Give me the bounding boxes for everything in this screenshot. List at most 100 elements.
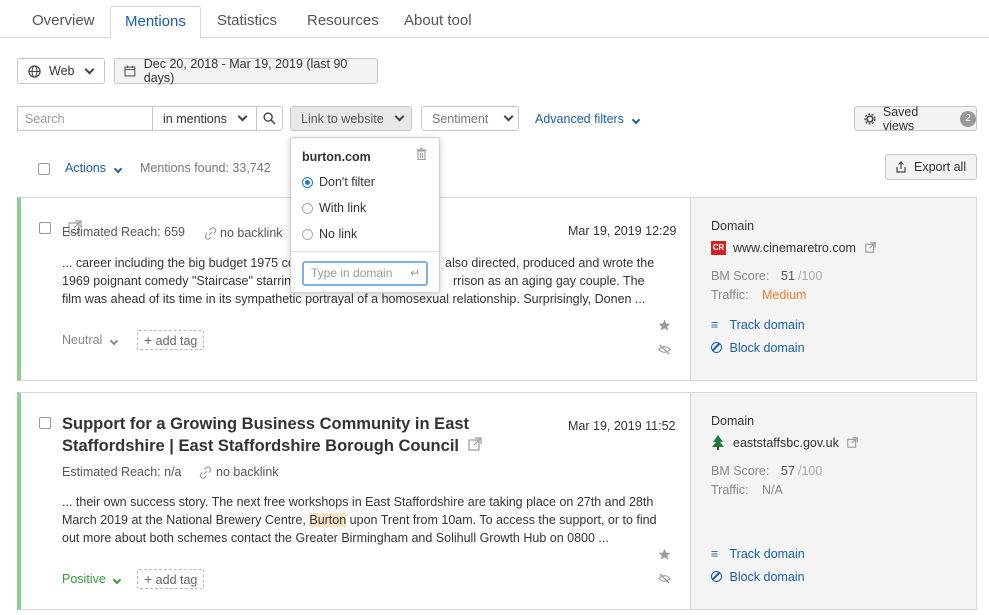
link-to-website-select[interactable]: Link to website (290, 106, 412, 131)
traffic-label: Traffic: (711, 288, 749, 302)
search-input[interactable]: Search (17, 106, 153, 131)
actions-menu[interactable]: Actions (65, 161, 123, 175)
radio-icon (302, 229, 313, 241)
search-scope-select[interactable]: in mentions (152, 106, 257, 131)
sentiment-select[interactable]: Neutral (62, 333, 119, 347)
add-tag-label: add tag (155, 334, 198, 348)
bm-score-label: BM Score: (711, 269, 770, 283)
sentiment-select[interactable]: Positive (62, 572, 122, 586)
radio-label: With link (319, 201, 367, 215)
snippet-highlight: Burton (309, 513, 347, 527)
globe-icon (28, 64, 41, 78)
external-link-icon[interactable] (467, 437, 482, 451)
select-all-checkbox[interactable] (38, 163, 50, 175)
dropdown-domain: burton.com (302, 150, 371, 164)
block-domain-label: Block domain (729, 570, 805, 584)
mention-date: Mar 19, 2019 12:29 (568, 224, 677, 238)
export-all-button[interactable]: Export all (885, 154, 977, 180)
hide-icon[interactable] (658, 343, 671, 356)
search-placeholder: Search (25, 111, 65, 126)
mention-snippet-line: 1969 poignant comedy "Staircase" starrin… (62, 274, 299, 288)
advanced-filters-link[interactable]: Advanced filters (535, 112, 641, 126)
radio-label: Don't filter (319, 175, 375, 189)
date-range-button[interactable]: Dec 20, 2018 - Mar 19, 2019 (last 90 day… (114, 57, 378, 85)
hide-icon[interactable] (658, 572, 671, 585)
tab-about-tool[interactable]: About tool (390, 6, 486, 38)
mention-checkbox[interactable] (39, 417, 51, 429)
radio-selected-icon (302, 177, 313, 189)
chevron-down-icon (109, 336, 119, 346)
tab-statistics[interactable]: Statistics (203, 6, 291, 38)
backlink-status: no backlink (216, 465, 279, 479)
link-icon (199, 466, 212, 479)
export-icon (896, 161, 906, 173)
track-domain-link[interactable]: ≡ Track domain (711, 318, 805, 332)
mention-snippet-line: out more about both schemes contact the … (62, 531, 609, 545)
block-domain-link[interactable]: Block domain (711, 341, 805, 355)
external-link-icon[interactable] (847, 437, 858, 448)
star-icon[interactable] (658, 319, 671, 332)
domain-input-placeholder: Type in domain (311, 266, 393, 280)
sentiment-filter-label: Sentiment (432, 111, 489, 126)
mention-card: Support for a Growing Business Community… (17, 392, 977, 610)
link-icon (204, 227, 217, 240)
mention-snippet-line: rrison as an aging gay couple. The (453, 274, 645, 288)
mention-title[interactable]: Support for a Growing Business Community… (62, 413, 482, 457)
block-icon (711, 571, 722, 582)
tab-mentions[interactable]: Mentions (110, 6, 201, 39)
radio-label: No link (319, 227, 358, 241)
external-link-icon[interactable] (865, 242, 876, 253)
add-tag-button[interactable]: + add tag (137, 330, 205, 350)
chevron-down-icon (394, 111, 405, 122)
block-icon (711, 342, 722, 353)
enter-icon: ↵ (409, 266, 420, 280)
bm-score-value: 51 (781, 269, 795, 283)
saved-views-button[interactable]: Saved views 2 (854, 105, 977, 133)
chevron-down-icon (113, 575, 122, 585)
bm-score-value: 57 (781, 464, 795, 478)
link-filter-dropdown: burton.com Don't filter With link No lin… (290, 137, 440, 293)
mention-card: Estimated Reach: 659 no backlink Mar 19,… (17, 197, 977, 381)
radio-icon (302, 203, 313, 215)
plus-icon: + (144, 571, 153, 587)
domain-heading: Domain (711, 414, 755, 428)
tab-resources[interactable]: Resources (293, 6, 393, 38)
backlink-status: no backlink (220, 226, 283, 240)
snippet-text: March 2019 at the National Brewery Centr… (62, 513, 310, 527)
gear-icon (864, 112, 876, 125)
radio-dont-filter[interactable]: Don't filter (302, 175, 375, 189)
chevron-down-icon (85, 64, 95, 74)
mention-title-line: Support for a Growing Business Community… (62, 415, 470, 433)
link-to-website-label: Link to website (301, 111, 384, 126)
chevron-down-icon (114, 164, 123, 174)
star-icon[interactable] (658, 548, 671, 561)
sentiment-label: Neutral (62, 333, 103, 347)
block-domain-link[interactable]: Block domain (711, 570, 805, 584)
source-label: Web (49, 64, 75, 78)
domain-panel: Domain CR www.cinemaretro.com BM Score: … (690, 198, 976, 380)
add-tag-button[interactable]: + add tag (137, 569, 205, 589)
list-add-icon: ≡ (711, 547, 719, 561)
domain-name[interactable]: www.cinemaretro.com (733, 241, 856, 255)
track-domain-link[interactable]: ≡ Track domain (711, 547, 805, 561)
snippet-text: upon Trent from 10am. To access the supp… (346, 513, 657, 527)
trash-icon[interactable] (416, 148, 427, 160)
tab-overview[interactable]: Overview (18, 6, 109, 38)
radio-no-link[interactable]: No link (302, 227, 357, 241)
favicon: CR (711, 241, 726, 255)
export-all-label: Export all (914, 160, 967, 174)
sentiment-select[interactable]: Sentiment (421, 106, 519, 131)
domain-name[interactable]: eaststaffsbc.gov.uk (733, 436, 839, 450)
source-select[interactable]: Web (17, 58, 105, 84)
mention-checkbox[interactable] (39, 222, 51, 234)
chevron-down-icon (237, 111, 248, 122)
radio-with-link[interactable]: With link (302, 201, 366, 215)
mentions-found-count: Mentions found: 33,742 (140, 161, 271, 175)
sentiment-label: Positive (62, 572, 106, 586)
plus-icon: + (144, 332, 153, 348)
search-icon (263, 112, 276, 125)
chevron-down-icon (632, 115, 641, 125)
domain-input[interactable]: Type in domain ↵ (302, 261, 428, 286)
search-button[interactable] (256, 106, 283, 131)
track-domain-label: Track domain (729, 318, 805, 332)
